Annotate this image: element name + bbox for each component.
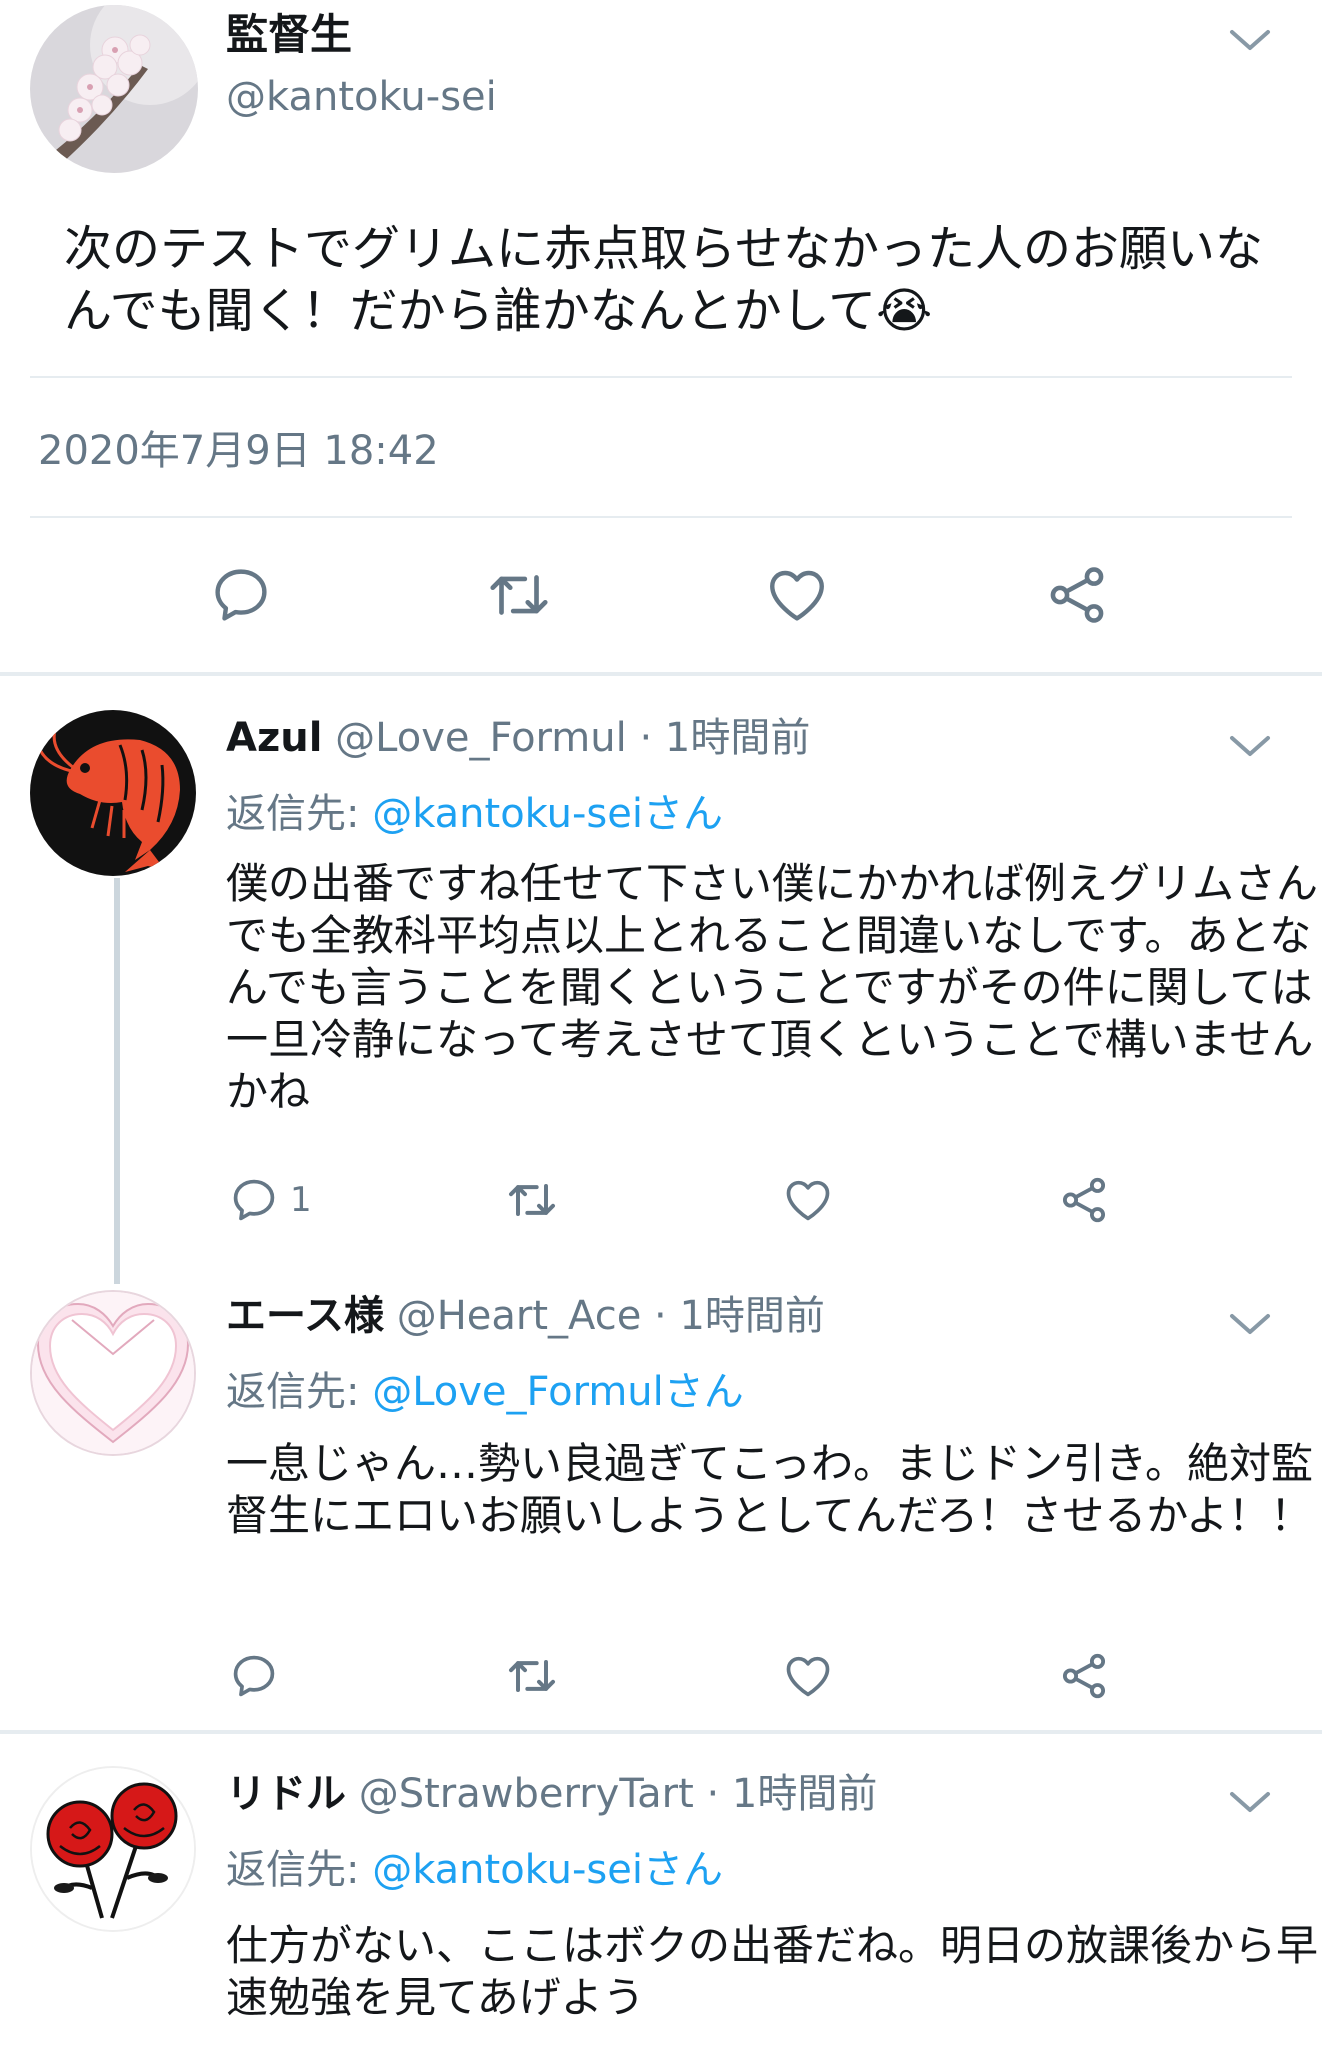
avatar[interactable] xyxy=(30,710,196,876)
chevron-down-icon[interactable] xyxy=(1226,1310,1274,1340)
reply-to-link[interactable]: @kantoku-seiさん xyxy=(372,791,723,837)
reply-prefix: 返信先: xyxy=(226,791,373,837)
reply-text: 仕方がない、ここはボクの出番だね。明日の放課後から早速勉強を見てあげよう xyxy=(226,1921,1319,2022)
reply-icon[interactable] xyxy=(206,560,276,630)
reply-context: 返信先: @kantoku-seiさん xyxy=(226,1844,723,1896)
divider xyxy=(30,516,1292,518)
reply-prefix: 返信先: xyxy=(226,1369,373,1415)
reply-to-link[interactable]: @Love_Formulさん xyxy=(372,1369,744,1415)
user-handle[interactable]: @kantoku-sei xyxy=(226,70,497,124)
reply-to-link[interactable]: @kantoku-seiさん xyxy=(372,1847,723,1893)
section-divider xyxy=(0,1730,1322,1734)
reply-icon[interactable] xyxy=(226,1648,282,1704)
reply-prefix: 返信先: xyxy=(226,1847,373,1893)
display-name[interactable]: Azul xyxy=(226,715,322,761)
like-heart-icon[interactable] xyxy=(762,560,832,630)
user-handle[interactable]: @StrawberryTart xyxy=(359,1771,694,1817)
tweet-timestamp[interactable]: 2020年7月9日 18:42 xyxy=(38,426,439,476)
user-handle[interactable]: @Heart_Ace xyxy=(397,1293,642,1339)
tweet-text: 次のテストでグリムに赤点取らせなかった人のお願いなんでも聞く！だから誰かなんとか… xyxy=(64,221,1264,339)
retweet-icon[interactable] xyxy=(484,560,554,630)
avatar[interactable] xyxy=(30,1290,196,1456)
reply-text: 僕の出番ですね任せて下さい僕にかかれば例えグリムさんでも全教科平均点以上とれるこ… xyxy=(226,859,1319,1116)
retweet-icon[interactable] xyxy=(504,1648,560,1704)
chevron-down-icon[interactable] xyxy=(1226,1788,1274,1818)
like-heart-icon[interactable] xyxy=(780,1172,836,1228)
reply-time: · 1時間前 xyxy=(706,1771,878,1817)
chevron-down-icon[interactable] xyxy=(1226,732,1274,762)
share-icon[interactable] xyxy=(1056,1648,1112,1704)
display-name[interactable]: エース様 xyxy=(226,1293,384,1339)
avatar[interactable] xyxy=(30,5,198,173)
reply-icon[interactable] xyxy=(226,1172,282,1228)
reply-text: 一息じゃん…勢い良過ぎてこっわ。まじドン引き。絶対監督生にエロいお願いしようとし… xyxy=(226,1439,1313,1540)
share-icon[interactable] xyxy=(1056,1172,1112,1228)
like-heart-icon[interactable] xyxy=(780,1648,836,1704)
reply-count: 1 xyxy=(290,1180,312,1220)
reply-context: 返信先: @Love_Formulさん xyxy=(226,1366,744,1418)
reply-time: · 1時間前 xyxy=(654,1293,825,1339)
retweet-icon[interactable] xyxy=(504,1172,560,1228)
share-icon[interactable] xyxy=(1042,560,1112,630)
section-divider xyxy=(0,672,1322,676)
display-name[interactable]: リドル xyxy=(226,1771,346,1817)
reply-context: 返信先: @kantoku-seiさん xyxy=(226,788,723,840)
user-handle[interactable]: @Love_Formul xyxy=(335,715,627,761)
reply-time: · 1時間前 xyxy=(639,715,811,761)
avatar[interactable] xyxy=(30,1766,196,1932)
display-name[interactable]: 監督生 xyxy=(226,8,352,62)
chevron-down-icon[interactable] xyxy=(1226,26,1274,56)
divider xyxy=(30,376,1292,378)
thread-connector xyxy=(114,878,120,1284)
